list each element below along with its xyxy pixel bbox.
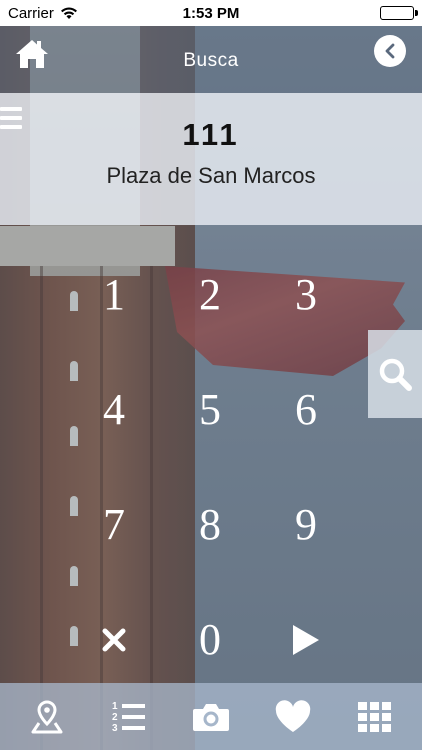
- camera-icon: [193, 703, 229, 731]
- tab-favorites[interactable]: [263, 692, 323, 742]
- back-button[interactable]: [374, 35, 406, 67]
- key-3[interactable]: 3: [258, 237, 354, 352]
- tab-list[interactable]: 1 2 3: [99, 692, 159, 742]
- key-7[interactable]: 7: [66, 467, 162, 582]
- result-code: 111: [182, 117, 240, 152]
- clear-icon: [102, 628, 126, 651]
- key-9[interactable]: 9: [258, 467, 354, 582]
- search-icon: [379, 358, 412, 391]
- key-clear[interactable]: [66, 582, 162, 697]
- keypad: 1 2 3 4 5 6 7 8 9 0: [66, 237, 354, 687]
- tab-camera[interactable]: [181, 692, 241, 742]
- key-1[interactable]: 1: [66, 237, 162, 352]
- nav-bar: Busca: [0, 26, 422, 93]
- search-button[interactable]: [368, 330, 422, 418]
- grid-icon: [358, 701, 391, 732]
- status-bar: Carrier 1:53 PM: [0, 0, 422, 26]
- result-name: Plaza de San Marcos: [106, 163, 316, 188]
- key-go[interactable]: [258, 582, 354, 697]
- key-5[interactable]: 5: [162, 352, 258, 467]
- map-pin-icon: [31, 699, 63, 733]
- chevron-left-icon: [385, 43, 395, 59]
- tab-bar: 1 2 3: [0, 683, 422, 750]
- numbered-list-icon: 1 2 3: [112, 701, 145, 734]
- carrier-label: Carrier: [8, 4, 54, 22]
- wifi-icon: [60, 6, 78, 20]
- svg-text:3: 3: [112, 723, 118, 734]
- play-icon: [293, 624, 319, 655]
- tab-map[interactable]: [17, 692, 77, 742]
- key-6[interactable]: 6: [258, 352, 354, 467]
- key-2[interactable]: 2: [162, 237, 258, 352]
- svg-text:2: 2: [112, 712, 118, 723]
- battery-icon: [380, 6, 418, 20]
- key-8[interactable]: 8: [162, 467, 258, 582]
- page-title: Busca: [183, 50, 239, 71]
- key-4[interactable]: 4: [66, 352, 162, 467]
- tab-grid[interactable]: [345, 692, 405, 742]
- heart-icon: [275, 699, 311, 732]
- svg-text:1: 1: [112, 701, 118, 712]
- key-0[interactable]: 0: [162, 582, 258, 697]
- result-panel: 111 Plaza de San Marcos: [0, 93, 422, 225]
